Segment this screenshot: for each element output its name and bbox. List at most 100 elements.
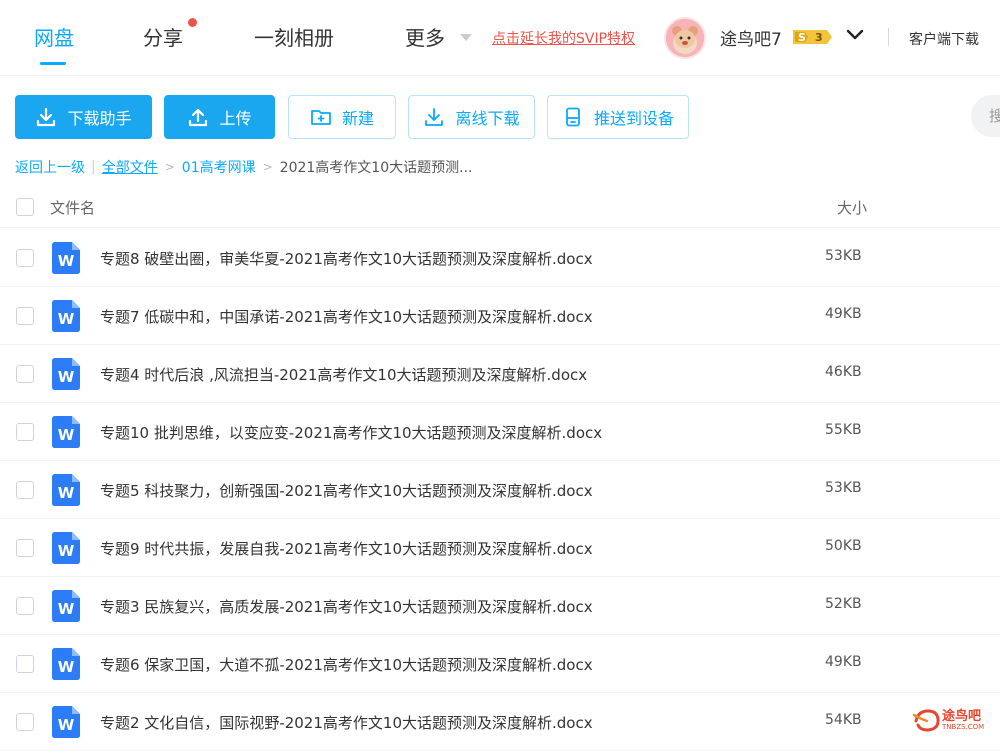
row-checkbox[interactable]: [16, 307, 34, 325]
file-name[interactable]: 专题7 低碳中和，中国承诺-2021高考作文10大话题预测及深度解析.docx: [100, 306, 593, 327]
site-logo-icon: [912, 709, 940, 732]
table-row[interactable]: W 专题8 破壁出圈，审美华夏-2021高考作文10大话题预测及深度解析.doc…: [0, 229, 1000, 287]
svg-text:W: W: [58, 658, 75, 676]
file-name[interactable]: 专题6 保家卫国，大道不孤-2021高考作文10大话题预测及深度解析.docx: [100, 654, 593, 675]
breadcrumb-all-files[interactable]: 全部文件: [102, 157, 158, 177]
breadcrumb-current: 2021高考作文10大话题预测...: [279, 160, 473, 176]
caret-down-icon[interactable]: [460, 34, 472, 41]
word-doc-icon: W: [52, 532, 80, 564]
svg-text:W: W: [58, 716, 75, 734]
svg-text:W: W: [58, 542, 75, 560]
download-helper-button[interactable]: 下载助手: [15, 95, 152, 139]
column-header-size[interactable]: 大小: [837, 197, 867, 218]
breadcrumb-back[interactable]: 返回上一级: [15, 157, 85, 177]
breadcrumb-folder[interactable]: 01高考网课: [182, 157, 256, 177]
file-size: 46KB: [825, 364, 862, 380]
word-doc-icon: W: [52, 242, 80, 274]
svg-text:W: W: [58, 310, 75, 328]
new-folder-label: 新建: [341, 109, 374, 128]
upload-label: 上传: [219, 109, 252, 128]
push-to-device-button[interactable]: 推送到设备: [547, 95, 689, 139]
avatar-cartoon-icon: [666, 19, 704, 57]
watermark-title: 途鸟吧: [942, 708, 982, 724]
column-header-name[interactable]: 文件名: [50, 197, 95, 218]
word-doc-icon: W: [52, 416, 80, 448]
row-checkbox[interactable]: [16, 423, 34, 441]
offline-download-label: 离线下载: [455, 109, 520, 128]
table-row[interactable]: W 专题7 低碳中和，中国承诺-2021高考作文10大话题预测及深度解析.doc…: [0, 287, 1000, 345]
upload-icon: [189, 108, 208, 127]
watermark-sub: TNBZS.COM: [942, 722, 985, 731]
nav-tab-share[interactable]: 分享: [143, 22, 183, 51]
avatar[interactable]: [664, 17, 706, 59]
table-row[interactable]: W 专题9 时代共振，发展自我-2021高考作文10大话题预测及深度解析.doc…: [0, 519, 1000, 577]
file-size: 50KB: [825, 538, 862, 554]
breadcrumb-chevron-icon: >: [164, 160, 175, 174]
svg-text:S: S: [798, 31, 806, 44]
download-helper-label: 下载助手: [67, 109, 132, 128]
table-row[interactable]: W 专题3 民族复兴，高质发展-2021高考作文10大话题预测及深度解析.doc…: [0, 577, 1000, 635]
word-doc-icon: W: [52, 590, 80, 622]
nav-divider: [888, 28, 889, 46]
file-name[interactable]: 专题3 民族复兴，高质发展-2021高考作文10大话题预测及深度解析.docx: [100, 596, 593, 617]
active-tab-indicator: [40, 62, 66, 65]
nav-tab-more[interactable]: 更多: [405, 22, 445, 51]
svg-text:W: W: [58, 600, 75, 618]
device-icon: [566, 107, 580, 127]
svg-text:W: W: [58, 252, 75, 270]
table-row[interactable]: W 专题4 时代后浪 ,风流担当-2021高考作文10大话题预测及深度解析.do…: [0, 345, 1000, 403]
file-size: 53KB: [825, 480, 862, 496]
table-row[interactable]: W 专题10 批判思维，以变应变-2021高考作文10大话题预测及深度解析.do…: [0, 403, 1000, 461]
file-name[interactable]: 专题2 文化自信，国际视野-2021高考作文10大话题预测及深度解析.docx: [100, 712, 593, 733]
search-input[interactable]: 搜: [971, 95, 1000, 137]
row-checkbox[interactable]: [16, 365, 34, 383]
offline-download-icon: [425, 108, 444, 126]
site-watermark: 途鸟吧 TNBZS.COM: [912, 706, 996, 734]
file-size: 52KB: [825, 596, 862, 612]
file-name[interactable]: 专题9 时代共振，发展自我-2021高考作文10大话题预测及深度解析.docx: [100, 538, 593, 559]
file-name[interactable]: 专题8 破壁出圈，审美华夏-2021高考作文10大话题预测及深度解析.docx: [100, 248, 593, 269]
file-size: 55KB: [825, 422, 862, 438]
file-list: W 专题8 破壁出圈，审美华夏-2021高考作文10大话题预测及深度解析.doc…: [0, 229, 1000, 751]
push-to-device-label: 推送到设备: [593, 109, 674, 128]
breadcrumb-chevron-icon: >: [262, 160, 273, 174]
word-doc-icon: W: [52, 474, 80, 506]
chevron-down-icon[interactable]: [846, 28, 864, 42]
nav-tab-album[interactable]: 一刻相册: [254, 22, 334, 51]
file-size: 49KB: [825, 654, 862, 670]
row-checkbox[interactable]: [16, 597, 34, 615]
svip-promo-link[interactable]: 点击延长我的SVIP特权: [492, 28, 635, 48]
row-checkbox[interactable]: [16, 249, 34, 267]
file-name[interactable]: 专题10 批判思维，以变应变-2021高考作文10大话题预测及深度解析.docx: [100, 422, 602, 443]
download-icon: [37, 107, 56, 127]
folder-plus-icon: [311, 110, 331, 125]
word-doc-icon: W: [52, 358, 80, 390]
notification-dot: [188, 18, 197, 27]
word-doc-icon: W: [52, 648, 80, 680]
file-name[interactable]: 专题5 科技聚力，创新强国-2021高考作文10大话题预测及深度解析.docx: [100, 480, 593, 501]
offline-download-button[interactable]: 离线下载: [408, 95, 535, 139]
table-row[interactable]: W 专题2 文化自信，国际视野-2021高考作文10大话题预测及深度解析.doc…: [0, 693, 1000, 751]
svg-text:W: W: [58, 484, 75, 502]
nav-tab-netdisk[interactable]: 网盘: [34, 22, 74, 51]
file-size: 54KB: [825, 712, 862, 728]
select-all-checkbox[interactable]: [16, 198, 34, 216]
file-name[interactable]: 专题4 时代后浪 ,风流担当-2021高考作文10大话题预测及深度解析.docx: [100, 364, 587, 385]
word-doc-icon: W: [52, 706, 80, 738]
word-doc-icon: W: [52, 300, 80, 332]
row-checkbox[interactable]: [16, 481, 34, 499]
client-download-link[interactable]: 客户端下载: [909, 29, 979, 49]
table-row[interactable]: W 专题5 科技聚力，创新强国-2021高考作文10大话题预测及深度解析.doc…: [0, 461, 1000, 519]
svip-level-badge-icon: S 3: [793, 30, 832, 44]
svg-text:W: W: [58, 426, 75, 444]
row-checkbox[interactable]: [16, 539, 34, 557]
file-size: 49KB: [825, 306, 862, 322]
row-checkbox[interactable]: [16, 655, 34, 673]
new-folder-button[interactable]: 新建: [288, 95, 396, 139]
svg-text:W: W: [58, 368, 75, 386]
table-header: 文件名 大小: [0, 184, 1000, 228]
row-checkbox[interactable]: [16, 713, 34, 731]
table-row[interactable]: W 专题6 保家卫国，大道不孤-2021高考作文10大话题预测及深度解析.doc…: [0, 635, 1000, 693]
username[interactable]: 途鸟吧7: [720, 25, 782, 50]
upload-button[interactable]: 上传: [164, 95, 275, 139]
